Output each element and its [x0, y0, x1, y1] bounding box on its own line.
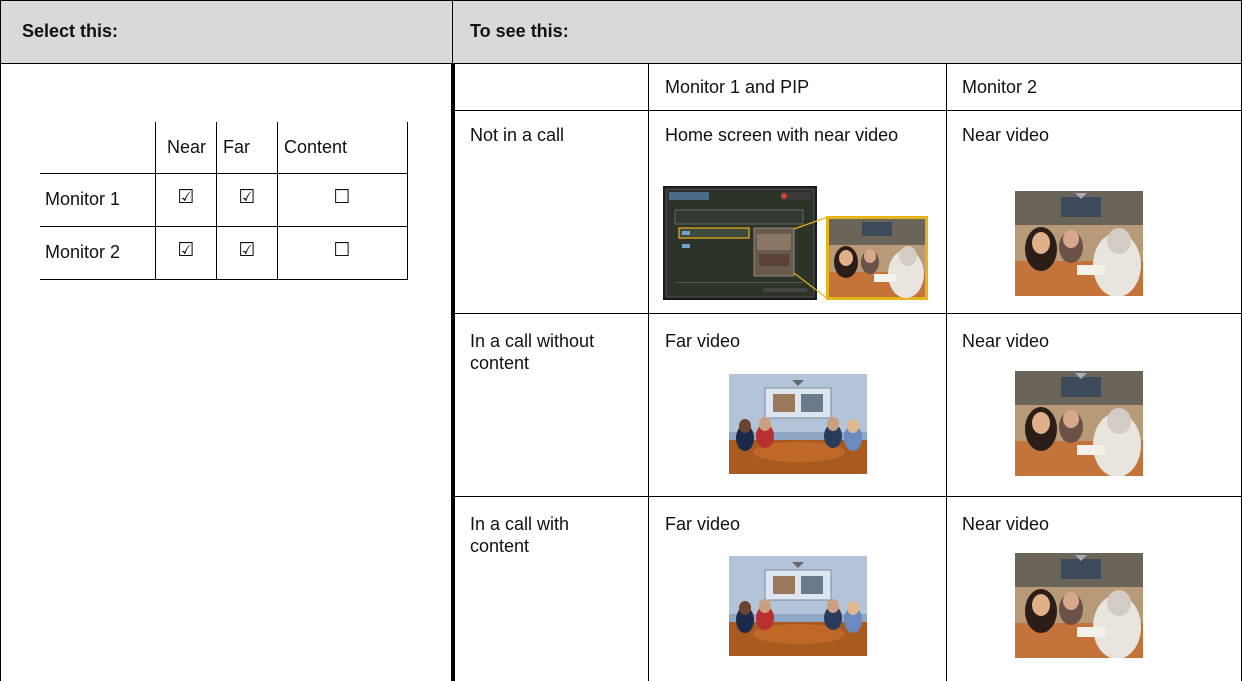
monitor-2-far-checkbox[interactable]: ☑ — [227, 239, 267, 261]
monitor-1-near-checkbox[interactable]: ☑ — [166, 186, 206, 208]
thick-column-divider — [451, 63, 455, 681]
row-label-monitor-1: Monitor 1 — [45, 189, 121, 209]
results-col-line-2 — [946, 63, 947, 681]
grid-vline-3 — [277, 122, 278, 279]
select-this-header: Select this: — [22, 21, 119, 41]
monitor-1-far-checkbox[interactable]: ☑ — [227, 186, 267, 208]
row-state-call-without-content: In a call without content — [470, 331, 595, 373]
cell-near-video-3: Near video — [962, 514, 1050, 534]
grid-hline-3 — [40, 279, 408, 280]
cell-near-video-2: Near video — [962, 331, 1050, 351]
border-top — [0, 0, 1242, 1]
row-state-not-in-call: Not in a call — [470, 125, 565, 145]
pip-callout-lines — [790, 215, 830, 305]
column-header-content: Content — [284, 137, 348, 157]
results-col-line-1 — [648, 63, 649, 681]
table-header — [0, 0, 1242, 63]
monitor-2-near-checkbox[interactable]: ☑ — [166, 239, 206, 261]
grid-vline-4 — [407, 122, 408, 279]
near-video-thumbnail-2 — [1015, 371, 1143, 476]
column-header-monitor-2: Monitor 2 — [962, 77, 1038, 97]
monitor-2-content-checkbox[interactable]: ☐ — [322, 239, 362, 261]
to-see-this-header: To see this: — [470, 21, 569, 41]
cell-far-video-1: Far video — [665, 331, 741, 351]
near-video-thumbnail-1 — [1015, 191, 1143, 296]
cell-far-video-2: Far video — [665, 514, 741, 534]
grid-hline-2 — [40, 226, 408, 227]
results-row-line-1 — [455, 110, 1242, 111]
grid-hline-1 — [40, 173, 408, 174]
grid-vline-1 — [155, 122, 156, 279]
header-column-divider — [452, 0, 453, 63]
grid-vline-2 — [216, 122, 217, 279]
far-video-thumbnail-1 — [729, 374, 867, 474]
column-header-far: Far — [223, 137, 250, 157]
row-label-monitor-2: Monitor 2 — [45, 242, 121, 262]
pip-near-video-thumbnail — [826, 216, 928, 300]
results-row-line-3 — [455, 496, 1242, 497]
header-divider — [0, 63, 1242, 64]
cell-near-video-1: Near video — [962, 125, 1050, 145]
cell-home-screen-near-video: Home screen with near video — [665, 125, 899, 145]
far-video-thumbnail-2 — [729, 556, 867, 656]
column-header-near: Near — [167, 137, 207, 157]
border-left — [0, 0, 1, 681]
column-header-monitor-1-pip: Monitor 1 and PIP — [665, 77, 810, 97]
results-row-line-2 — [455, 313, 1242, 314]
row-state-call-with-content: In a call with content — [470, 514, 570, 556]
near-video-thumbnail-3 — [1015, 553, 1143, 658]
monitor-1-content-checkbox[interactable]: ☐ — [322, 186, 362, 208]
